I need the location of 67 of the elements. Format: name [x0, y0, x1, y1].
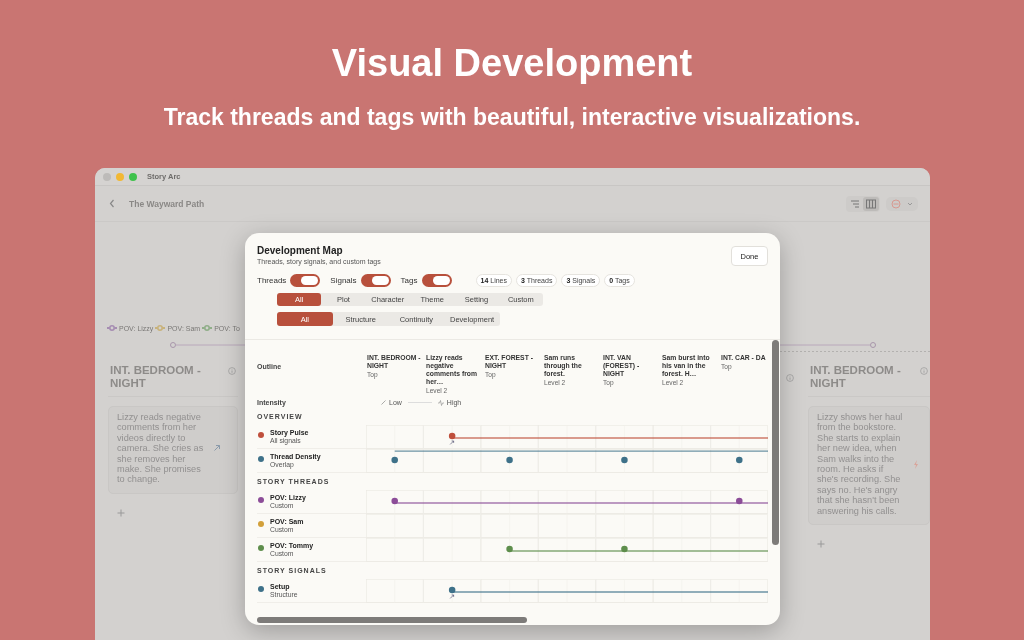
- toggle-label: Threads: [257, 275, 287, 285]
- timeline-cell[interactable]: [366, 425, 424, 449]
- dialog-title: Development Map: [257, 245, 343, 257]
- timeline-cell[interactable]: [595, 425, 654, 449]
- timeline-cell[interactable]: [538, 449, 596, 473]
- timeline-cell[interactable]: [538, 538, 596, 562]
- timeline-cell[interactable]: [480, 538, 539, 562]
- slope-icon: [381, 400, 386, 405]
- timeline-cell[interactable]: [423, 490, 481, 514]
- timeline-cell[interactable]: [653, 490, 711, 514]
- timeline-cell[interactable]: [595, 579, 654, 603]
- add-icon[interactable]: [117, 508, 125, 517]
- toggle-switch[interactable]: [421, 273, 452, 287]
- toggle-switch[interactable]: [360, 273, 391, 287]
- timeline-cell[interactable]: [653, 538, 711, 562]
- scene-heading: INT. BEDROOM - NIGHT: [110, 364, 202, 390]
- bolt-icon: [913, 459, 919, 469]
- timeline-cell[interactable]: [366, 490, 424, 514]
- list-icon: [849, 197, 861, 210]
- toggle-label: Signals: [330, 275, 357, 285]
- arrow-icon: [449, 594, 454, 599]
- timeline-cell[interactable]: [710, 425, 768, 449]
- horizontal-scrollbar[interactable]: [257, 617, 527, 623]
- timeline-cell[interactable]: [653, 425, 711, 449]
- timeline-cell[interactable]: [480, 449, 539, 473]
- add-icon[interactable]: [817, 540, 825, 549]
- chevron-down-icon: [907, 201, 913, 206]
- timeline-cell[interactable]: [595, 490, 654, 514]
- toggle-switch[interactable]: [290, 273, 321, 287]
- back-icon[interactable]: [109, 199, 115, 208]
- hero-subtitle: Track threads and tags with beautiful, interactive visualizations.: [163, 103, 861, 131]
- timeline-cell[interactable]: [480, 579, 539, 603]
- info-icon: [228, 367, 236, 375]
- timeline-cell[interactable]: [710, 490, 768, 514]
- timeline-cell[interactable]: [653, 449, 711, 473]
- zoom-button[interactable]: [129, 172, 137, 181]
- timeline-cell[interactable]: [538, 490, 596, 514]
- timeline-cell[interactable]: [423, 425, 481, 449]
- toggle-label: Tags: [400, 275, 418, 285]
- timeline-cell[interactable]: [595, 449, 654, 473]
- timeline-cell[interactable]: [366, 449, 424, 473]
- info-icon: [920, 367, 928, 375]
- timeline-cell[interactable]: [538, 579, 596, 603]
- timeline-cell[interactable]: [538, 425, 596, 449]
- timeline-cell[interactable]: [480, 490, 539, 514]
- scene-heading: INT. BEDROOM - NIGHT: [810, 364, 902, 390]
- info-icon: [786, 374, 794, 382]
- timeline-cell[interactable]: [423, 449, 481, 473]
- filter-menu-button[interactable]: [886, 196, 918, 211]
- vertical-scrollbar[interactable]: [772, 340, 779, 545]
- arrow-icon: [449, 440, 454, 445]
- timeline-cell[interactable]: [710, 538, 768, 562]
- arrow-icon: [213, 444, 221, 453]
- timeline-cell[interactable]: [710, 449, 768, 473]
- timeline-cell[interactable]: [595, 538, 654, 562]
- minimize-button[interactable]: [116, 172, 124, 181]
- hero-title: Visual Development: [331, 41, 693, 85]
- pulse-icon: [437, 399, 444, 406]
- minus-circle-icon: [891, 198, 901, 209]
- timeline-cell[interactable]: [423, 579, 481, 603]
- document-title: The Wayward Path: [129, 198, 205, 209]
- timeline-cell[interactable]: [710, 579, 768, 603]
- close-button[interactable]: [103, 172, 111, 181]
- timeline-cell[interactable]: [653, 579, 711, 603]
- columns-icon: [865, 197, 877, 210]
- column-view-button[interactable]: [863, 196, 879, 211]
- timeline-cell[interactable]: [480, 425, 539, 449]
